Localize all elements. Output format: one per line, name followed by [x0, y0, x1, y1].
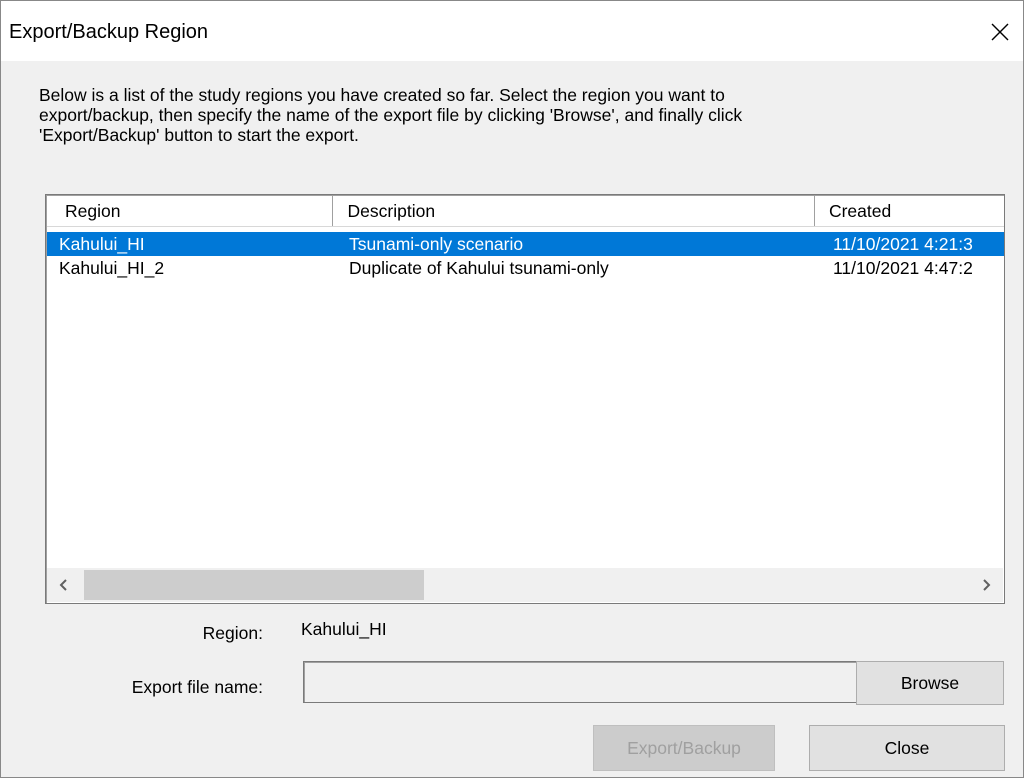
region-list-header: Region Description Created	[47, 196, 1004, 227]
title-bar: Export/Backup Region	[1, 1, 1023, 61]
table-row[interactable]: Kahului_HI_2 Duplicate of Kahului tsunam…	[47, 256, 1004, 280]
row-created: 11/10/2021 4:21:3	[833, 234, 973, 254]
row-created: 11/10/2021 4:47:2	[833, 258, 973, 278]
close-icon	[991, 23, 1009, 41]
browse-button[interactable]: Browse	[856, 661, 1004, 705]
table-row[interactable]: Kahului_HI Tsunami-only scenario 11/10/2…	[47, 232, 1004, 256]
export-file-name-label: Export file name:	[131, 677, 263, 697]
region-list[interactable]: Region Description Created Kahului_HI Ts…	[45, 194, 1005, 604]
scroll-thumb[interactable]	[84, 570, 424, 600]
row-region: Kahului_HI	[59, 234, 145, 254]
export-backup-dialog: Export/Backup Region Below is a list of …	[0, 0, 1024, 778]
instructions-line-3: 'Export/Backup' button to start the expo…	[39, 125, 359, 145]
selected-region-value: Kahului_HI	[301, 619, 387, 639]
scroll-left-button[interactable]	[47, 568, 81, 602]
region-label: Region:	[202, 623, 263, 643]
horizontal-scrollbar[interactable]	[47, 568, 1003, 602]
region-list-rows: Kahului_HI Tsunami-only scenario 11/10/2…	[47, 232, 1004, 280]
column-header-created[interactable]: Created	[815, 196, 1004, 226]
chevron-right-icon	[983, 579, 991, 591]
instructions-text: Below is a list of the study regions you…	[39, 85, 939, 145]
export-backup-button[interactable]: Export/Backup	[593, 725, 775, 771]
chevron-left-icon	[59, 579, 67, 591]
close-window-button[interactable]	[977, 11, 1023, 53]
dialog-title: Export/Backup Region	[9, 21, 209, 43]
instructions-line-2: export/backup, then specify the name of …	[39, 105, 743, 125]
row-region: Kahului_HI_2	[59, 258, 165, 278]
export-file-name-field[interactable]	[303, 661, 857, 703]
row-description: Duplicate of Kahului tsunami-only	[349, 258, 609, 278]
scroll-right-button[interactable]	[969, 568, 1003, 602]
close-button[interactable]: Close	[809, 725, 1005, 771]
column-header-description[interactable]: Description	[333, 196, 815, 226]
row-description: Tsunami-only scenario	[349, 234, 524, 254]
instructions-line-1: Below is a list of the study regions you…	[39, 85, 725, 105]
column-header-region[interactable]: Region	[47, 196, 333, 226]
